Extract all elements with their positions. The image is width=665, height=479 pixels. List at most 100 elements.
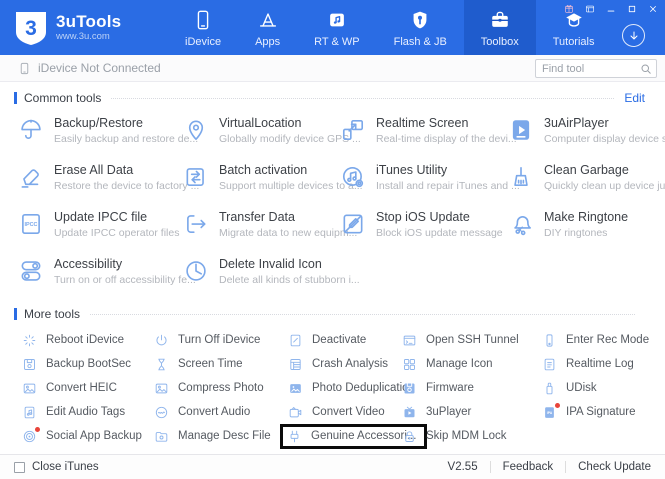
hourglass-icon — [154, 357, 169, 372]
edit-link[interactable]: Edit — [624, 91, 645, 105]
tool-3uplayer[interactable]: 3uPlayer — [398, 400, 538, 424]
stop-update-icon — [340, 211, 366, 237]
reboot-rays-icon — [22, 333, 37, 348]
tool-compress-photo[interactable]: Compress Photo — [150, 376, 284, 400]
dotted-divider — [90, 314, 635, 315]
tool-delete-invalid-icon[interactable]: Delete Invalid IconDelete all kinds of s… — [183, 254, 340, 301]
tool-label: Screen Time — [178, 358, 243, 370]
tool-accessibility[interactable]: AccessibilityTurn on or off accessibilit… — [18, 254, 183, 301]
tool-skip-mdm-lock[interactable]: Skip MDM Lock — [398, 424, 538, 448]
nav-item-flash-jb[interactable]: Flash & JB — [377, 0, 464, 55]
tool-itunes-utility[interactable]: iTunes UtilityInstall and repair iTunes … — [340, 160, 508, 207]
tool-reboot-idevice[interactable]: Reboot iDevice — [18, 328, 150, 352]
search-input[interactable] — [542, 63, 640, 75]
tool-label: Social App Backup — [46, 430, 142, 442]
tool-description: Migrate data to new equipm... — [219, 227, 357, 239]
tool-make-ringtone[interactable]: Make RingtoneDIY ringtones — [508, 207, 665, 254]
check-update-button[interactable]: Check Update — [566, 461, 653, 473]
toolbox-icon — [489, 8, 511, 32]
feedback-button[interactable]: Feedback — [491, 461, 566, 473]
photo-filled-icon — [288, 381, 303, 396]
tool-transfer-data[interactable]: Transfer DataMigrate data to new equipm.… — [183, 207, 340, 254]
tool-screen-time[interactable]: Screen Time — [150, 352, 284, 376]
tool-title: Clean Garbage — [544, 163, 665, 177]
close-itunes-checkbox[interactable] — [14, 462, 25, 473]
cable-plug-icon — [287, 429, 302, 444]
tool-open-ssh-tunnel[interactable]: Open SSH Tunnel — [398, 328, 538, 352]
tool-label: Convert Video — [312, 406, 385, 418]
tool-realtime-log[interactable]: Realtime Log — [538, 352, 665, 376]
tool-edit-audio-tags[interactable]: Edit Audio Tags — [18, 400, 150, 424]
tool-ipa-signature[interactable]: IPAIPA Signature — [538, 400, 665, 424]
tool-label: Turn Off iDevice — [178, 334, 260, 346]
tool-udisk[interactable]: UDisk — [538, 376, 665, 400]
nav-item-rt-wp[interactable]: RT & WP — [297, 0, 376, 55]
ipcc-file-icon: IPCC — [18, 211, 44, 237]
ringtone-bell-icon — [508, 211, 534, 237]
more-tools-title: More tools — [24, 307, 80, 321]
tool-label: Backup BootSec — [46, 358, 131, 370]
dotted-divider — [111, 98, 614, 99]
tool-convert-heic[interactable]: Convert HEIC — [18, 376, 150, 400]
tool-clean-garbage[interactable]: Clean GarbageQuickly clean up device jun… — [508, 160, 665, 207]
tool-label: Enter Rec Mode — [566, 334, 649, 346]
svg-text:3: 3 — [25, 17, 37, 40]
common-tools-grid: Backup/RestoreEasily backup and restore … — [0, 105, 665, 301]
tool-realtime-screen[interactable]: Realtime ScreenReal-time display of the … — [340, 113, 508, 160]
tool-turn-off-idevice[interactable]: Turn Off iDevice — [150, 328, 284, 352]
tool-virtuallocation[interactable]: VirtualLocationGlobally modify device GP… — [183, 113, 340, 160]
tool-genuine-accessori[interactable]: Genuine Accessori... — [284, 424, 398, 448]
video-camera-icon — [288, 405, 303, 420]
broom-icon — [508, 164, 534, 190]
tool-label: Manage Icon — [426, 358, 493, 370]
tool-convert-audio[interactable]: Convert Audio — [150, 400, 284, 424]
tool-deactivate[interactable]: Deactivate — [284, 328, 398, 352]
tool-title: 3uAirPlayer — [544, 116, 665, 130]
nav-item-apps[interactable]: Apps — [238, 0, 297, 55]
tool-3uairplayer[interactable]: 3uAirPlayerComputer display device scr..… — [508, 113, 665, 160]
section-accent-bar — [14, 308, 17, 320]
svg-text:IPA: IPA — [547, 411, 553, 415]
umbrella-icon — [18, 117, 44, 143]
search-icon[interactable] — [640, 63, 652, 75]
tool-label: Open SSH Tunnel — [426, 334, 519, 346]
tool-backup-bootsec[interactable]: Backup BootSec — [18, 352, 150, 376]
tool-convert-video[interactable]: Convert Video — [284, 400, 398, 424]
audio-doc-icon — [22, 405, 37, 420]
tool-crash-analysis[interactable]: Crash Analysis — [284, 352, 398, 376]
power-icon — [154, 333, 169, 348]
tool-batch-activation[interactable]: Batch activationSupport multiple devices… — [183, 160, 340, 207]
nav-item-toolbox[interactable]: Toolbox — [464, 0, 536, 55]
tool-social-app-backup[interactable]: Social App Backup — [18, 424, 150, 448]
firmware-disk-icon — [402, 381, 417, 396]
minimize-button[interactable] — [604, 3, 617, 14]
common-tools-title: Common tools — [24, 91, 101, 105]
tool-manage-icon[interactable]: Manage Icon — [398, 352, 538, 376]
gift-icon[interactable] — [562, 3, 575, 14]
tool-update-ipcc-file[interactable]: IPCCUpdate IPCC fileUpdate IPCC operator… — [18, 207, 183, 254]
tool-label: 3uPlayer — [426, 406, 471, 418]
audio-wave-icon — [154, 405, 169, 420]
nav-item-idevice[interactable]: iDevice — [168, 0, 238, 55]
tool-search[interactable] — [535, 59, 657, 78]
lock-icon — [402, 429, 417, 444]
tool-enter-rec-mode[interactable]: Enter Rec Mode — [538, 328, 665, 352]
folder-gear-icon — [154, 429, 169, 444]
theme-icon[interactable] — [583, 3, 596, 14]
download-button[interactable] — [622, 24, 645, 47]
tool-firmware[interactable]: Firmware — [398, 376, 538, 400]
tool-backup-restore[interactable]: Backup/RestoreEasily backup and restore … — [18, 113, 183, 160]
maximize-button[interactable] — [625, 3, 638, 14]
tool-title: Backup/Restore — [54, 116, 198, 130]
tool-stop-ios-update[interactable]: Stop iOS UpdateBlock iOS update message — [340, 207, 508, 254]
app-header: 3 3uTools www.3u.com iDeviceAppsRT & WPF… — [0, 0, 665, 55]
logo-shield-icon: 3 — [14, 10, 48, 46]
more-tools-grid: Reboot iDevice Turn Off iDevice Deactivate… — [0, 321, 665, 448]
tool-erase-all-data[interactable]: Erase All DataRestore the device to fact… — [18, 160, 183, 207]
close-button[interactable] — [646, 3, 659, 14]
tool-photo-deduplication[interactable]: Photo Deduplication — [284, 376, 398, 400]
location-pin-icon — [183, 117, 209, 143]
tool-label: Compress Photo — [178, 382, 264, 394]
tool-manage-desc-file[interactable]: Manage Desc File — [150, 424, 284, 448]
photo-icon — [154, 381, 169, 396]
